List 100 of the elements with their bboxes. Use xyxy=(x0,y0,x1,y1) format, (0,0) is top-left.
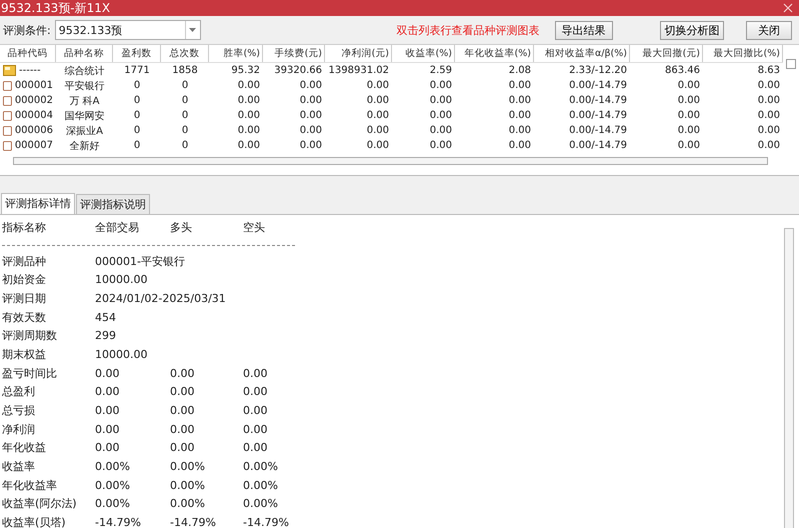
column-header[interactable]: 收益率(%) xyxy=(392,45,455,62)
metric-value: 0.00 xyxy=(170,366,194,380)
column-header[interactable]: 年化收益率(%) xyxy=(455,45,534,62)
metric-value: 0.00% xyxy=(243,478,278,492)
metric-label: 年化收益 xyxy=(2,440,46,456)
table-cell: 0.00 xyxy=(430,110,452,121)
table-cell: 0.00 xyxy=(430,95,452,106)
table-cell: 0.00 xyxy=(508,110,531,121)
table-cell: 0.00 xyxy=(758,140,780,151)
metric-value: 0.00% xyxy=(95,478,130,492)
export-button[interactable]: 导出结果 xyxy=(554,20,613,40)
table-cell: 863.46 xyxy=(665,65,700,76)
table-cell: 000001 xyxy=(14,80,53,91)
table-cell: 0.00 xyxy=(366,140,389,151)
metric-value: 454 xyxy=(95,310,116,324)
table-cell: 0 xyxy=(182,80,188,91)
metric-value: 0.00 xyxy=(243,366,268,380)
metric-value: -14.79% xyxy=(95,516,141,528)
table-cell: 8.63 xyxy=(758,65,780,76)
table-cell: 0 xyxy=(134,95,140,106)
switch-chart-button[interactable]: 切换分析图 xyxy=(660,20,724,40)
metric-value: 0.00% xyxy=(170,497,205,510)
close-icon[interactable] xyxy=(783,3,793,13)
metric-value: 0.00 xyxy=(243,422,268,436)
window-title: 9532.133预-新11X xyxy=(1,0,110,16)
table-cell: 0.00 xyxy=(430,80,452,91)
metric-value: -14.79% xyxy=(243,516,289,528)
table-cell-text: 平安银行 xyxy=(64,80,104,92)
metric-label: 收益率(贝塔) xyxy=(2,515,66,528)
document-icon xyxy=(3,80,12,92)
metric-value: 0.00% xyxy=(95,460,130,474)
column-header[interactable]: 净利润(元) xyxy=(325,45,392,62)
metric-value: 0.00% xyxy=(170,478,205,492)
column-header[interactable]: 品种名称 xyxy=(56,45,113,62)
metric-label: 盈亏时间比 xyxy=(2,366,57,381)
table-cell: 1771 xyxy=(124,65,150,76)
metric-label: 收益率 xyxy=(2,459,35,474)
metric-value: 0.00% xyxy=(243,460,278,474)
table-cell: 0 xyxy=(134,125,140,136)
metric-value: 0.00% xyxy=(243,497,278,510)
table-cell: 2.08 xyxy=(508,65,531,76)
metric-value: 0.00 xyxy=(95,441,120,454)
table-cell: 0.00 xyxy=(300,95,322,106)
metric-label: 总亏损 xyxy=(2,403,35,418)
table-cell: 0 xyxy=(134,80,140,91)
metric-value: 0.00 xyxy=(95,404,120,418)
table-cell: 1858 xyxy=(172,65,198,76)
table-cell: 0 xyxy=(182,95,188,106)
metric-value: 0.00 xyxy=(170,441,194,454)
table-cell: 0.00 xyxy=(430,125,452,136)
column-header[interactable]: 手续费(元) xyxy=(263,45,325,62)
table-cell: 000006 xyxy=(14,125,53,136)
table-cell: ------ xyxy=(19,65,41,76)
checkbox[interactable] xyxy=(786,59,796,69)
table-cell: 0 xyxy=(134,110,140,121)
table-cell: 0.00 xyxy=(238,140,260,151)
column-header[interactable]: 相对收益率α/β(%) xyxy=(534,45,630,62)
table-cell: 0.00 xyxy=(366,95,389,106)
metric-value: 299 xyxy=(95,329,116,342)
metric-value: 0.00 xyxy=(170,385,194,398)
tab[interactable]: 评测指标详情 xyxy=(1,193,75,214)
metric-value: 10000.00 xyxy=(95,348,148,361)
table-cell-text: 国华网安 xyxy=(64,110,104,122)
table-cell: 0 xyxy=(182,110,188,121)
table-cell: 0.00 xyxy=(758,125,780,136)
horizontal-scrollbar[interactable] xyxy=(13,157,768,165)
table-cell: 0.00 xyxy=(366,125,389,136)
table-cell: 2.33/-12.20 xyxy=(569,65,627,76)
caret-icon xyxy=(189,28,196,32)
metric-value: 2024/01/02-2025/03/31 xyxy=(95,292,226,305)
table-cell: 0.00 xyxy=(758,80,780,91)
column-header[interactable]: 总次数 xyxy=(161,45,209,62)
table-cell: 000007 xyxy=(14,140,53,151)
document-icon xyxy=(3,140,12,152)
metric-value: 10000.00 xyxy=(95,273,148,286)
table-cell: 0.00 xyxy=(300,110,322,121)
condition-dropdown[interactable]: 9532.133预 xyxy=(54,20,201,40)
column-header[interactable]: 最大回撤比(%) xyxy=(703,45,783,62)
tab[interactable]: 评测指标说明 xyxy=(76,194,150,214)
metric-value: 0.00 xyxy=(95,385,120,398)
table-cell: 0.00 xyxy=(508,125,531,136)
table-cell-text: 综合统计 xyxy=(64,64,104,78)
table-cell: 0.00 xyxy=(366,80,389,91)
metric-value: 0.00 xyxy=(170,422,194,436)
column-header[interactable]: 最大回撤(元) xyxy=(630,45,703,62)
condition-label: 评测条件: xyxy=(3,22,51,38)
table-cell: 95.32 xyxy=(231,65,260,76)
column-header[interactable]: 品种代码 xyxy=(0,45,56,62)
vertical-scrollbar[interactable] xyxy=(784,228,794,528)
metric-value: 0.00 xyxy=(95,422,120,436)
column-header[interactable]: 胜率(%) xyxy=(209,45,263,62)
close-button[interactable]: 关闭 xyxy=(746,20,792,40)
table-cell: 0.00 xyxy=(678,80,700,91)
metric-value: 000001-平安银行 xyxy=(95,254,185,269)
table-cell-text: 深振业A xyxy=(66,124,103,138)
column-header[interactable]: 盈利数 xyxy=(113,45,161,62)
table-cell: 2.59 xyxy=(430,65,452,76)
column-label: 多头 xyxy=(170,220,192,235)
document-icon xyxy=(3,110,12,122)
metric-label: 评测品种 xyxy=(2,254,46,269)
